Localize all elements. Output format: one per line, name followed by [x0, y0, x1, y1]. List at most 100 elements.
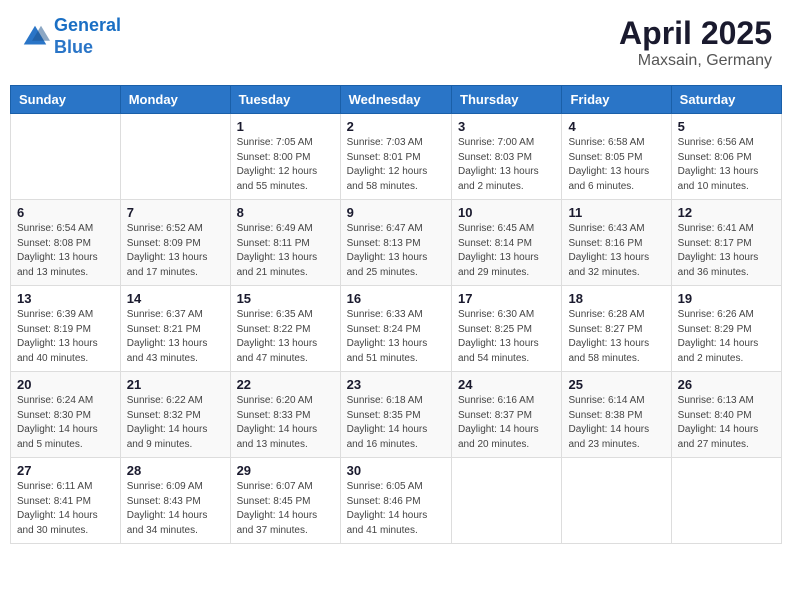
- calendar-cell: [452, 458, 562, 544]
- calendar-cell: 5 Sunrise: 6:56 AM Sunset: 8:06 PM Daylig…: [671, 114, 781, 200]
- day-number: 19: [678, 291, 775, 306]
- day-info: Sunrise: 7:05 AM Sunset: 8:00 PM Dayligh…: [237, 136, 334, 194]
- logo-icon: [20, 22, 50, 52]
- calendar-cell: 23 Sunrise: 6:18 AM Sunset: 8:35 PM Dayli…: [340, 372, 451, 458]
- week-row-2: 6 Sunrise: 6:54 AM Sunset: 8:08 PM Daylig…: [11, 200, 782, 286]
- weekday-header-tuesday: Tuesday: [230, 86, 340, 114]
- calendar-cell: 3 Sunrise: 7:00 AM Sunset: 8:03 PM Daylig…: [452, 114, 562, 200]
- weekday-header-friday: Friday: [562, 86, 671, 114]
- day-number: 20: [17, 377, 114, 392]
- calendar-cell: 18Sunrise: 6:28 AM Sunset: 8:27 PM Dayli…: [562, 286, 671, 372]
- calendar-cell: 7 Sunrise: 6:52 AM Sunset: 8:09 PM Daylig…: [120, 200, 230, 286]
- day-info: Sunrise: 6:41 AM Sunset: 8:17 PM Dayligh…: [678, 222, 775, 280]
- day-info: Sunrise: 6:22 AM Sunset: 8:32 PM Dayligh…: [127, 394, 224, 452]
- weekday-header-saturday: Saturday: [671, 86, 781, 114]
- day-info: Sunrise: 6:58 AM Sunset: 8:05 PM Dayligh…: [568, 136, 664, 194]
- day-number: 22: [237, 377, 334, 392]
- calendar-cell: 11 Sunrise: 6:43 AM Sunset: 8:16 PM Dayli…: [562, 200, 671, 286]
- day-number: 6: [17, 205, 114, 220]
- calendar: SundayMondayTuesdayWednesdayThursdayFrid…: [10, 85, 782, 544]
- day-number: 11: [568, 205, 664, 220]
- calendar-cell: 6 Sunrise: 6:54 AM Sunset: 8:08 PM Daylig…: [11, 200, 121, 286]
- day-number: 8: [237, 205, 334, 220]
- calendar-cell: 22 Sunrise: 6:20 AM Sunset: 8:33 PM Dayli…: [230, 372, 340, 458]
- logo: General Blue: [20, 15, 121, 58]
- day-info: Sunrise: 6:05 AM Sunset: 8:46 PM Dayligh…: [347, 480, 445, 538]
- weekday-header-row: SundayMondayTuesdayWednesdayThursdayFrid…: [11, 86, 782, 114]
- day-info: Sunrise: 6:13 AM Sunset: 8:40 PM Dayligh…: [678, 394, 775, 452]
- weekday-header-monday: Monday: [120, 86, 230, 114]
- calendar-cell: 30 Sunrise: 6:05 AM Sunset: 8:46 PM Dayli…: [340, 458, 451, 544]
- day-number: 3: [458, 119, 555, 134]
- calendar-cell: 10Sunrise: 6:45 AM Sunset: 8:14 PM Dayli…: [452, 200, 562, 286]
- day-number: 1: [237, 119, 334, 134]
- day-number: 29: [237, 463, 334, 478]
- calendar-cell: 26 Sunrise: 6:13 AM Sunset: 8:40 PM Dayli…: [671, 372, 781, 458]
- calendar-cell: 15Sunrise: 6:35 AM Sunset: 8:22 PM Dayli…: [230, 286, 340, 372]
- calendar-cell: 19Sunrise: 6:26 AM Sunset: 8:29 PM Dayli…: [671, 286, 781, 372]
- calendar-cell: 1 Sunrise: 7:05 AM Sunset: 8:00 PM Daylig…: [230, 114, 340, 200]
- weekday-header-thursday: Thursday: [452, 86, 562, 114]
- week-row-1: 1 Sunrise: 7:05 AM Sunset: 8:00 PM Daylig…: [11, 114, 782, 200]
- calendar-cell: 12Sunrise: 6:41 AM Sunset: 8:17 PM Dayli…: [671, 200, 781, 286]
- day-number: 4: [568, 119, 664, 134]
- day-number: 14: [127, 291, 224, 306]
- day-info: Sunrise: 6:09 AM Sunset: 8:43 PM Dayligh…: [127, 480, 224, 538]
- day-number: 28: [127, 463, 224, 478]
- week-row-4: 20Sunrise: 6:24 AM Sunset: 8:30 PM Dayli…: [11, 372, 782, 458]
- day-info: Sunrise: 6:43 AM Sunset: 8:16 PM Dayligh…: [568, 222, 664, 280]
- day-info: Sunrise: 6:52 AM Sunset: 8:09 PM Dayligh…: [127, 222, 224, 280]
- day-info: Sunrise: 6:37 AM Sunset: 8:21 PM Dayligh…: [127, 308, 224, 366]
- calendar-cell: [671, 458, 781, 544]
- calendar-cell: 16 Sunrise: 6:33 AM Sunset: 8:24 PM Dayli…: [340, 286, 451, 372]
- day-info: Sunrise: 6:07 AM Sunset: 8:45 PM Dayligh…: [237, 480, 334, 538]
- calendar-cell: [11, 114, 121, 200]
- day-number: 30: [347, 463, 445, 478]
- day-info: Sunrise: 6:47 AM Sunset: 8:13 PM Dayligh…: [347, 222, 445, 280]
- calendar-cell: 14 Sunrise: 6:37 AM Sunset: 8:21 PM Dayli…: [120, 286, 230, 372]
- calendar-cell: 28 Sunrise: 6:09 AM Sunset: 8:43 PM Dayli…: [120, 458, 230, 544]
- day-number: 7: [127, 205, 224, 220]
- calendar-cell: 25 Sunrise: 6:14 AM Sunset: 8:38 PM Dayli…: [562, 372, 671, 458]
- day-info: Sunrise: 6:28 AM Sunset: 8:27 PM Dayligh…: [568, 308, 664, 366]
- calendar-cell: 29 Sunrise: 6:07 AM Sunset: 8:45 PM Dayli…: [230, 458, 340, 544]
- day-number: 9: [347, 205, 445, 220]
- day-info: Sunrise: 6:54 AM Sunset: 8:08 PM Dayligh…: [17, 222, 114, 280]
- day-info: Sunrise: 6:20 AM Sunset: 8:33 PM Dayligh…: [237, 394, 334, 452]
- calendar-cell: [562, 458, 671, 544]
- calendar-cell: [120, 114, 230, 200]
- day-info: Sunrise: 6:18 AM Sunset: 8:35 PM Dayligh…: [347, 394, 445, 452]
- day-info: Sunrise: 6:56 AM Sunset: 8:06 PM Dayligh…: [678, 136, 775, 194]
- calendar-cell: 21Sunrise: 6:22 AM Sunset: 8:32 PM Dayli…: [120, 372, 230, 458]
- day-number: 15: [237, 291, 334, 306]
- day-number: 25: [568, 377, 664, 392]
- day-info: Sunrise: 6:33 AM Sunset: 8:24 PM Dayligh…: [347, 308, 445, 366]
- title-area: April 2025 Maxsain, Germany: [619, 15, 772, 70]
- day-info: Sunrise: 7:00 AM Sunset: 8:03 PM Dayligh…: [458, 136, 555, 194]
- day-number: 2: [347, 119, 445, 134]
- day-number: 5: [678, 119, 775, 134]
- calendar-cell: 8 Sunrise: 6:49 AM Sunset: 8:11 PM Daylig…: [230, 200, 340, 286]
- calendar-cell: 13Sunrise: 6:39 AM Sunset: 8:19 PM Dayli…: [11, 286, 121, 372]
- month-title: April 2025: [619, 15, 772, 52]
- day-info: Sunrise: 6:45 AM Sunset: 8:14 PM Dayligh…: [458, 222, 555, 280]
- day-number: 17: [458, 291, 555, 306]
- weekday-header-wednesday: Wednesday: [340, 86, 451, 114]
- calendar-cell: 17Sunrise: 6:30 AM Sunset: 8:25 PM Dayli…: [452, 286, 562, 372]
- calendar-cell: 9 Sunrise: 6:47 AM Sunset: 8:13 PM Daylig…: [340, 200, 451, 286]
- day-number: 26: [678, 377, 775, 392]
- week-row-5: 27Sunrise: 6:11 AM Sunset: 8:41 PM Dayli…: [11, 458, 782, 544]
- day-info: Sunrise: 6:16 AM Sunset: 8:37 PM Dayligh…: [458, 394, 555, 452]
- location-title: Maxsain, Germany: [619, 52, 772, 70]
- day-number: 24: [458, 377, 555, 392]
- day-number: 16: [347, 291, 445, 306]
- day-info: Sunrise: 6:49 AM Sunset: 8:11 PM Dayligh…: [237, 222, 334, 280]
- day-number: 13: [17, 291, 114, 306]
- logo-line1: General: [54, 15, 121, 35]
- day-info: Sunrise: 6:14 AM Sunset: 8:38 PM Dayligh…: [568, 394, 664, 452]
- day-info: Sunrise: 6:11 AM Sunset: 8:41 PM Dayligh…: [17, 480, 114, 538]
- calendar-cell: 2Sunrise: 7:03 AM Sunset: 8:01 PM Daylig…: [340, 114, 451, 200]
- logo-text: General Blue: [54, 15, 121, 58]
- week-row-3: 13Sunrise: 6:39 AM Sunset: 8:19 PM Dayli…: [11, 286, 782, 372]
- day-number: 23: [347, 377, 445, 392]
